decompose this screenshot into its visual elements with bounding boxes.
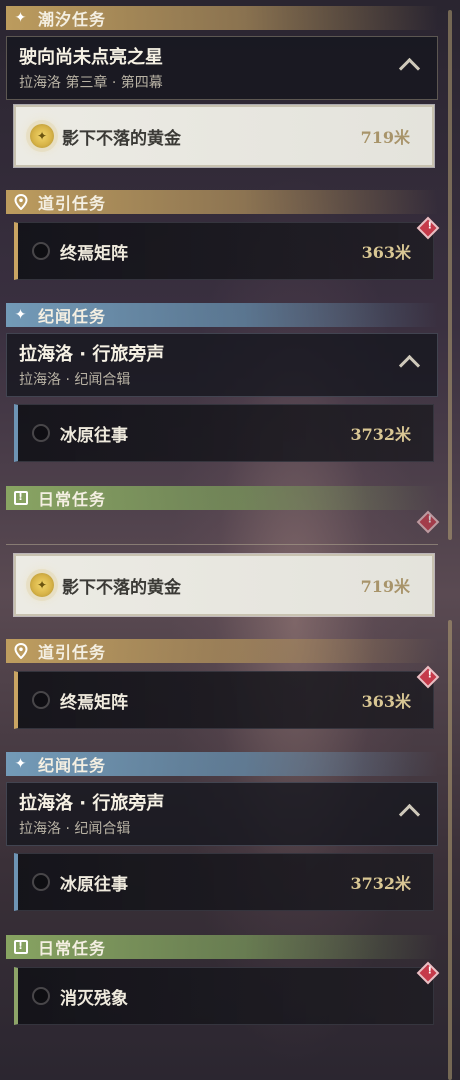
chapter-card-chronicle[interactable]: 拉海洛 · 行旅旁声 拉海洛 · 纪闻合辑 — [6, 333, 438, 397]
quest-distance: 363米 — [361, 692, 411, 711]
chapter-title: 拉海洛 · 行旅旁声 — [19, 793, 165, 814]
radio-icon[interactable] — [32, 987, 50, 1005]
section-title: 潮汐任务 — [38, 10, 107, 29]
compass-icon: ✦ — [30, 573, 54, 597]
section-header-daily[interactable]: ! 日常任务 — [6, 486, 438, 510]
exclamation-box-icon: ! — [12, 489, 30, 507]
chapter-title: 驶向尚未点亮之星 — [19, 47, 163, 68]
chapter-card-edge — [6, 544, 438, 549]
location-pin-icon — [12, 193, 30, 211]
section-header-chronicle[interactable]: ✦ 纪闻任务 — [6, 752, 438, 776]
quest-distance: 363米 — [361, 243, 411, 262]
section-title: 纪闻任务 — [38, 756, 107, 775]
quest-row-chronicle[interactable]: 冰原往事 3732米 — [14, 853, 434, 911]
section-title: 日常任务 — [38, 490, 107, 509]
quest-row-active[interactable]: ✦ 影下不落的黄金 719米 — [13, 104, 435, 168]
quest-row-active[interactable]: ✦ 影下不落的黄金 719米 — [13, 553, 435, 617]
chapter-subtitle: 拉海洛 · 纪闻合辑 — [19, 821, 131, 837]
quest-name: 终焉矩阵 — [60, 243, 128, 264]
quest-name: 冰原往事 — [60, 874, 128, 895]
chapter-subtitle: 拉海洛 第三章 · 第四幕 — [19, 75, 163, 91]
quest-row-guide[interactable]: 终焉矩阵 363米 — [14, 671, 434, 729]
section-header-daily[interactable]: ! 日常任务 — [6, 935, 438, 959]
location-pin-icon — [12, 642, 30, 660]
quest-tracker-panel-top: ✦ 潮汐任务 驶向尚未点亮之星 拉海洛 第三章 · 第四幕 ✦ 影下不落的黄金 … — [0, 0, 460, 540]
radio-icon[interactable] — [32, 873, 50, 891]
quest-name: 影下不落的黄金 — [62, 577, 181, 598]
chapter-card-tide[interactable]: 驶向尚未点亮之星 拉海洛 第三章 · 第四幕 — [6, 36, 438, 100]
compass-icon: ✦ — [30, 124, 54, 148]
section-title: 道引任务 — [38, 643, 107, 662]
radio-icon[interactable] — [32, 424, 50, 442]
section-header-chronicle[interactable]: ✦ 纪闻任务 — [6, 303, 438, 327]
section-header-guide[interactable]: 道引任务 — [6, 190, 438, 214]
sparkle-icon: ✦ — [14, 756, 28, 772]
quest-distance: 3732米 — [350, 425, 411, 444]
quest-name: 冰原往事 — [60, 425, 128, 446]
scrollbar-track[interactable] — [448, 620, 452, 1080]
sparkle-icon: ✦ — [14, 10, 28, 26]
quest-name: 消灭残象 — [60, 988, 128, 1009]
section-title: 纪闻任务 — [38, 307, 107, 326]
section-title: 道引任务 — [38, 194, 107, 213]
radio-icon[interactable] — [32, 691, 50, 709]
quest-distance: 719米 — [360, 128, 410, 147]
scrollbar-track[interactable] — [448, 10, 452, 540]
quest-name: 影下不落的黄金 — [62, 128, 181, 149]
chapter-title: 拉海洛 · 行旅旁声 — [19, 344, 165, 365]
chapter-card-chronicle[interactable]: 拉海洛 · 行旅旁声 拉海洛 · 纪闻合辑 — [6, 782, 438, 846]
chapter-subtitle: 拉海洛 · 纪闻合辑 — [19, 372, 131, 388]
quest-distance: 719米 — [360, 577, 410, 596]
quest-row-daily[interactable]: 消灭残象 — [14, 967, 434, 1025]
section-header-tide[interactable]: ✦ 潮汐任务 — [6, 6, 438, 30]
section-header-guide[interactable]: 道引任务 — [6, 639, 438, 663]
radio-icon[interactable] — [32, 242, 50, 260]
exclamation-box-icon: ! — [12, 938, 30, 956]
warning-diamond-icon: ! — [416, 510, 440, 534]
section-title: 日常任务 — [38, 939, 107, 958]
quest-name: 终焉矩阵 — [60, 692, 128, 713]
quest-distance: 3732米 — [350, 874, 411, 893]
quest-row-guide[interactable]: 终焉矩阵 363米 — [14, 222, 434, 280]
sparkle-icon: ✦ — [14, 307, 28, 323]
quest-tracker-panel-bottom: ✦ 影下不落的黄金 719米 道引任务 终焉矩阵 363米 ! ✦ 纪闻任务 拉… — [0, 540, 460, 1080]
quest-row-chronicle[interactable]: 冰原往事 3732米 — [14, 404, 434, 462]
